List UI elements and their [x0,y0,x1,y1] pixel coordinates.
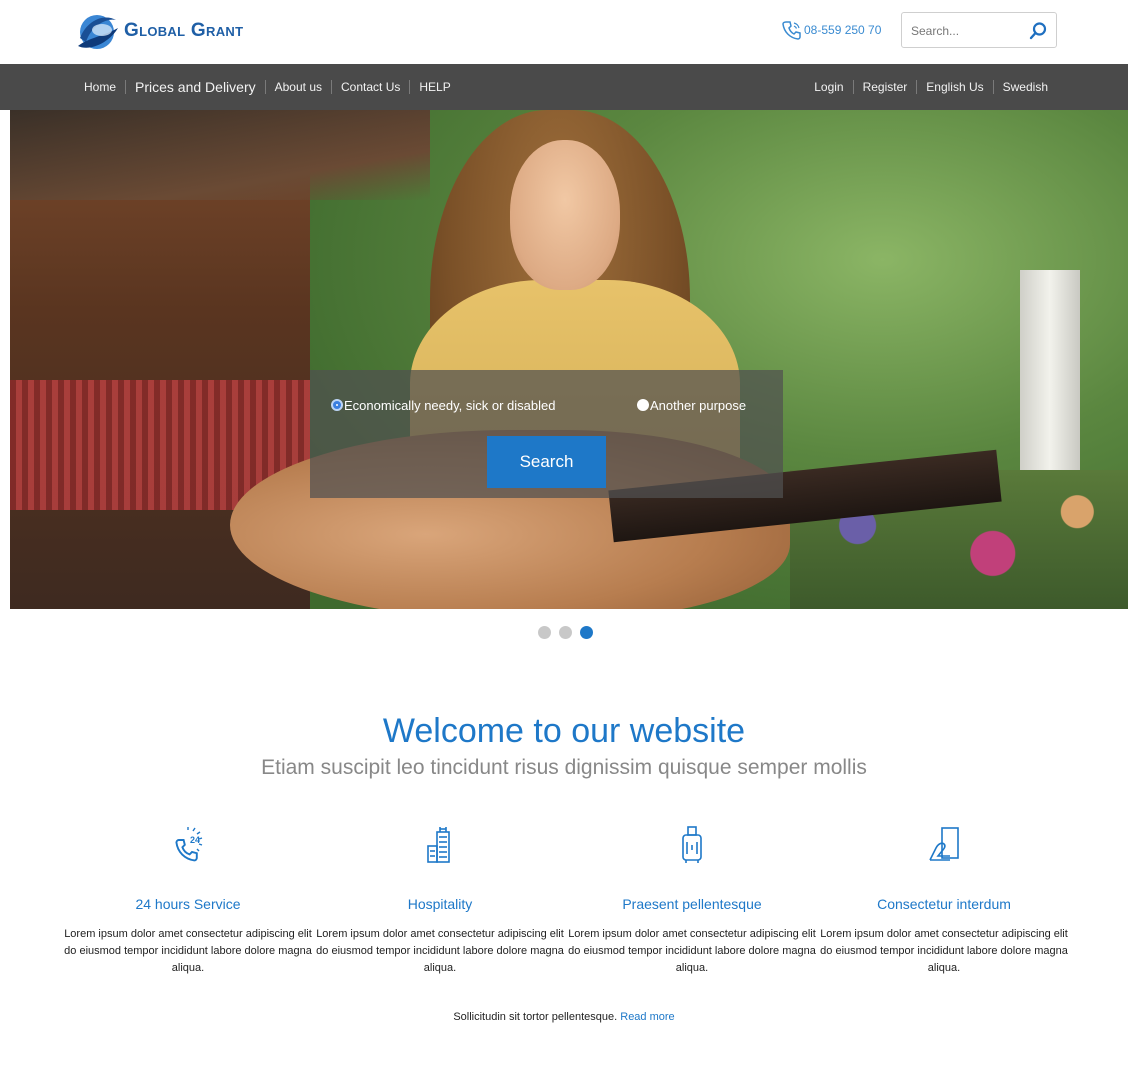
footer-note-text: Sollicitudin sit tortor pellentesque. [453,1011,618,1023]
carousel-indicators [538,626,601,639]
phone-number: 08-559 250 70 [804,23,882,37]
nav-contact-us[interactable]: Contact Us [331,80,409,94]
nav-help[interactable]: HELP [409,80,459,94]
luggage-icon [682,826,702,863]
welcome-title: Welcome to our website [382,712,746,750]
nav-language-english[interactable]: English Us [916,80,992,94]
site-header: Global Grant 08-559 250 70 [0,0,1128,64]
svg-text:24: 24 [190,835,200,845]
phone-contact[interactable]: 08-559 250 70 [782,20,881,40]
hero-person-face [510,140,620,290]
welcome-subtitle: Etiam suscipit leo tincidunt risus digni… [261,756,867,779]
search-icon [1029,22,1047,40]
hero-pagoda-roof [10,110,430,200]
feature-title: Praesent pellentesque [622,896,762,912]
feature-hospitality: Hospitality Lorem ipsum dolor amet conse… [314,822,566,977]
phone-24-icon: 24 [175,827,203,862]
hero-search-button[interactable]: Search [487,436,606,488]
globe-logo-icon [78,15,118,49]
radio-unchecked-icon[interactable] [637,399,649,411]
purpose-option-other[interactable]: Another purpose [637,397,746,413]
hero-slider [10,110,1128,609]
logo-text: Global Grant [124,20,244,41]
carousel-dot-1[interactable] [538,626,551,639]
radio-checked-icon[interactable] [331,399,343,411]
grant-search-panel: Economically needy, sick or disabled Ano… [310,370,783,498]
read-more-link[interactable]: Read more [620,1011,674,1023]
nav-register[interactable]: Register [852,80,917,94]
feature-title: 24 hours Service [135,896,241,912]
carousel-dot-3-active[interactable] [580,626,593,639]
nav-prices-and-delivery[interactable]: Prices and Delivery [125,80,265,94]
feature-text: Lorem ipsum dolor amet consectetur adipi… [820,928,1068,974]
feature-text: Lorem ipsum dolor amet consectetur adipi… [568,928,816,974]
feature-praesent-pellentesque: Praesent pellentesque Lorem ipsum dolor … [566,822,818,977]
purpose-option-other-label: Another purpose [650,397,747,413]
feature-text: Lorem ipsum dolor amet consectetur adipi… [316,928,564,974]
nav-login[interactable]: Login [814,80,852,94]
feature-text: Lorem ipsum dolor amet consectetur adipi… [64,928,312,974]
nav-left-menu: Home Prices and Delivery About us Contac… [84,64,460,110]
nav-home[interactable]: Home [84,80,125,94]
search-button[interactable] [1028,21,1048,41]
footer-note: Sollicitudin sit tortor pellentesque. Re… [0,1011,1128,1023]
feature-consectetur-interdum: Consectetur interdum Lorem ipsum dolor a… [818,822,1070,977]
nav-about-us[interactable]: About us [264,80,331,94]
purpose-option-needy[interactable]: Economically needy, sick or disabled [331,397,555,413]
hotel-building-icon [427,827,450,863]
feature-title: Consectetur interdum [877,896,1011,912]
feature-24-hours-service: 24 24 hours Service Lorem ipsum dolor am… [62,822,314,977]
site-logo[interactable]: Global Grant [74,8,243,54]
hand-document-icon [929,827,959,861]
purpose-option-needy-label: Economically needy, sick or disabled [344,397,556,413]
header-search [901,12,1057,48]
phone-icon [782,21,801,40]
search-input[interactable] [911,21,1029,41]
feature-title: Hospitality [407,896,473,912]
carousel-dot-2[interactable] [559,626,572,639]
nav-language-swedish[interactable]: Swedish [992,80,1048,94]
nav-right-menu: Login Register English Us Swedish [814,64,1048,110]
main-nav: Home Prices and Delivery About us Contac… [0,64,1128,110]
